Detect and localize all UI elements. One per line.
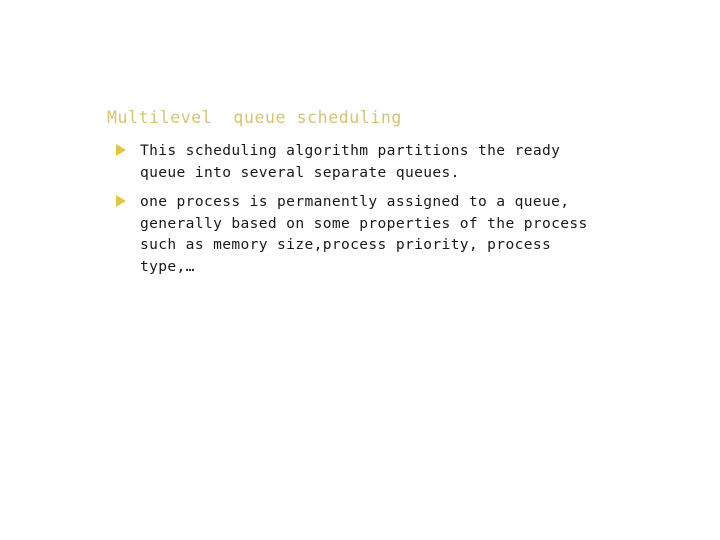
- list-item: one process is permanently assigned to a…: [112, 191, 712, 277]
- slide-canvas: Multilevel queue scheduling This schedul…: [0, 0, 720, 540]
- triangle-right-bullet-icon: [116, 195, 126, 208]
- list-item: This scheduling algorithm partitions the…: [112, 140, 712, 183]
- list-item-text: This scheduling algorithm partitions the…: [140, 142, 561, 181]
- bullet-list: This scheduling algorithm partitions the…: [112, 140, 712, 278]
- triangle-right-bullet-icon: [116, 144, 126, 156]
- list-item-text: one process is permanently assigned to a…: [140, 193, 588, 275]
- page-title: Multilevel queue scheduling: [107, 108, 402, 127]
